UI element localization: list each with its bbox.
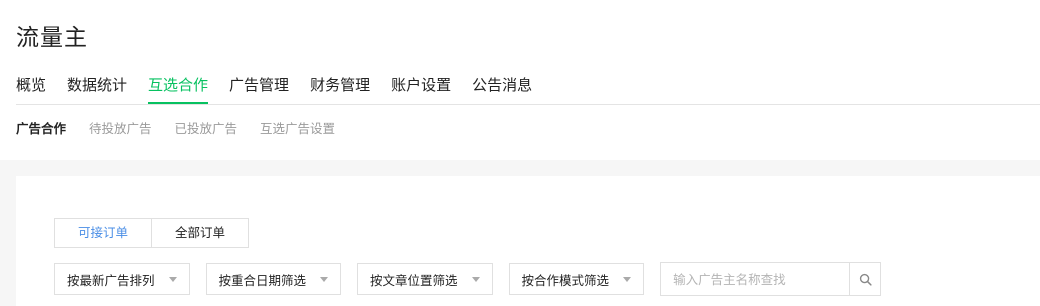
dropdown-label: 按合作模式筛选 [521,272,610,288]
subtab-pending-ads[interactable]: 待投放广告 [89,118,152,137]
filter-bar: 按最新广告排列 按重合日期筛选 按文章位置筛选 按合作模式筛选 [54,262,882,296]
tab-ad-management[interactable]: 广告管理 [229,74,289,104]
sub-nav: 广告合作 待投放广告 已投放广告 互选广告设置 [16,118,358,137]
subtab-ad-cooperation[interactable]: 广告合作 [16,118,66,137]
search-icon [859,273,872,286]
cooperation-mode-filter-dropdown[interactable]: 按合作模式筛选 [508,263,645,295]
all-orders-button[interactable]: 全部订单 [152,218,250,248]
dropdown-label: 按文章位置筛选 [370,272,458,288]
subtab-mutual-ad-settings[interactable]: 互选广告设置 [260,118,335,137]
caret-down-icon [168,276,177,282]
tab-mutual-cooperation[interactable]: 互选合作 [148,74,209,104]
caret-down-icon [320,276,329,282]
header-area: 流量主 概览 数据统计 互选合作 广告管理 财务管理 账户设置 公告消息 广告合… [0,0,1040,160]
overlap-date-filter-dropdown[interactable]: 按重合日期筛选 [205,263,342,295]
subtab-delivered-ads[interactable]: 已投放广告 [175,118,238,137]
available-orders-button[interactable]: 可接订单 [54,218,153,248]
main-nav: 概览 数据统计 互选合作 广告管理 财务管理 账户设置 公告消息 [16,74,553,104]
nav-divider [16,104,1040,105]
orders-panel: 可接订单 全部订单 按最新广告排列 按重合日期筛选 按文章位置筛选 按合作模式筛… [16,176,1040,306]
caret-down-icon [623,276,632,282]
dropdown-label: 按最新广告排列 [67,272,155,288]
search-button[interactable] [849,263,881,295]
advertiser-search [660,262,882,296]
order-toggle: 可接订单 全部订单 [54,218,250,248]
article-position-filter-dropdown[interactable]: 按文章位置筛选 [357,263,493,295]
tab-finance-management[interactable]: 财务管理 [310,74,370,104]
tab-data-stats[interactable]: 数据统计 [67,74,127,104]
tab-account-settings[interactable]: 账户设置 [391,74,451,104]
caret-down-icon [471,276,480,282]
dropdown-label: 按重合日期筛选 [218,272,307,288]
sort-latest-dropdown[interactable]: 按最新广告排列 [54,263,190,295]
tab-announcements[interactable]: 公告消息 [472,74,532,104]
tab-overview[interactable]: 概览 [16,74,46,104]
app-title: 流量主 [16,25,88,51]
advertiser-search-input[interactable] [661,263,850,295]
